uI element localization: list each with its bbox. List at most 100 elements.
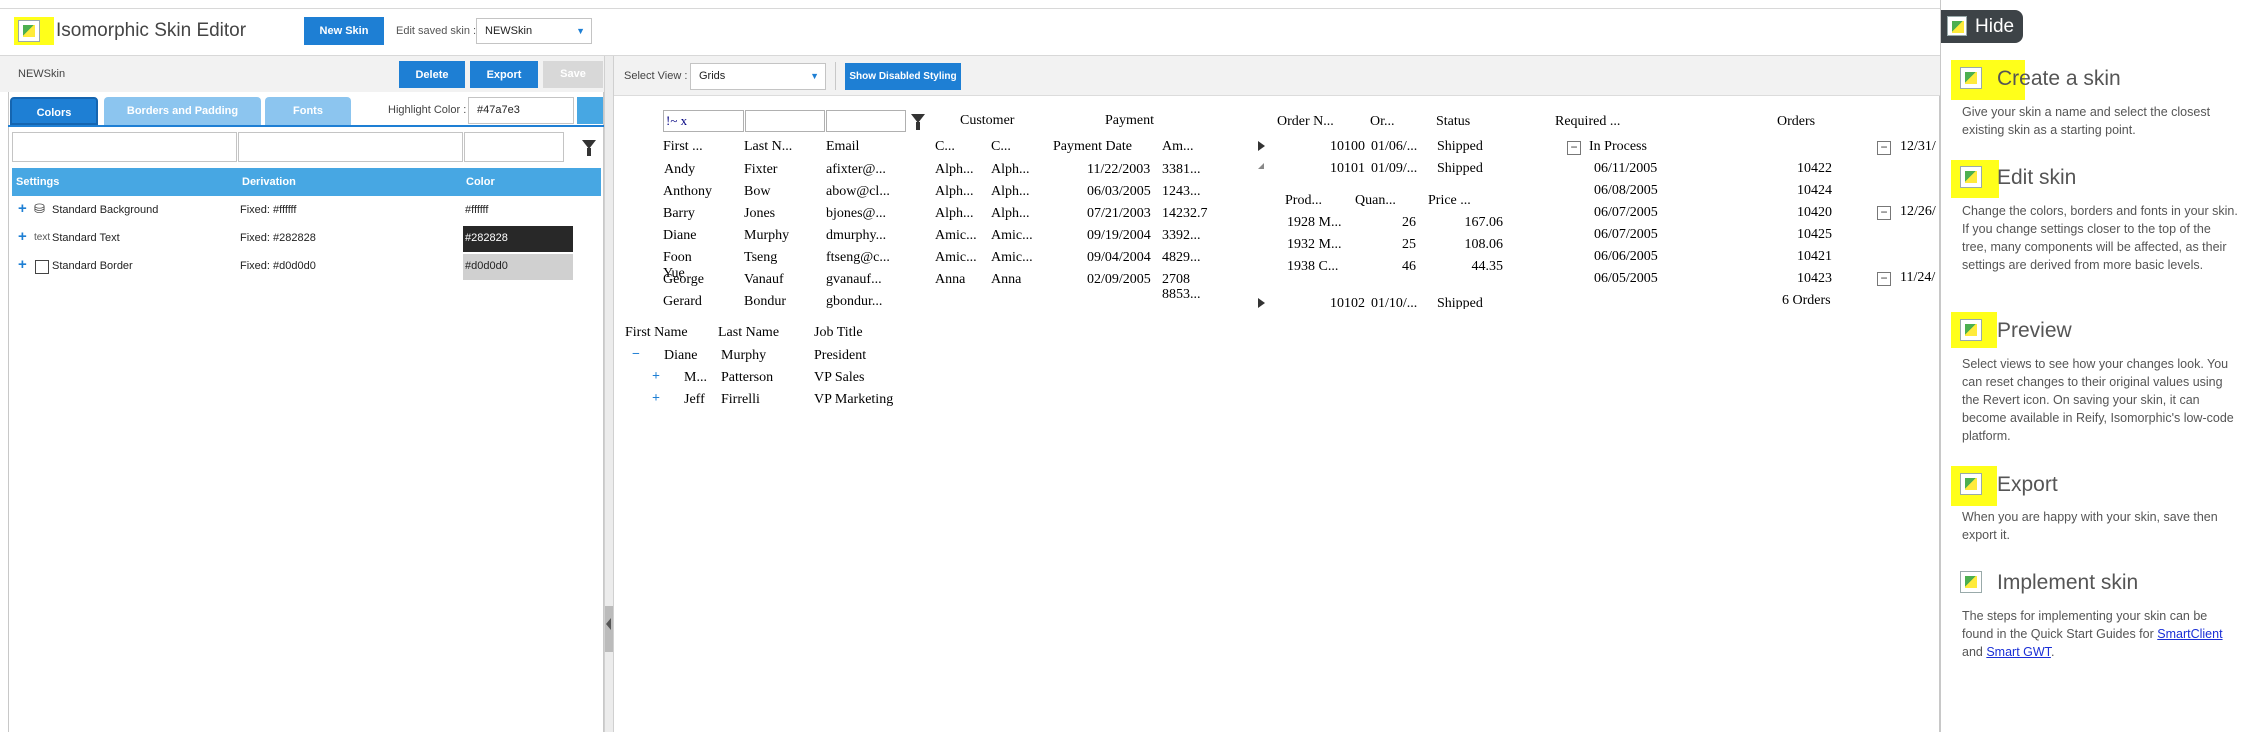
grid1-header-last[interactable]: Last N... bbox=[744, 139, 792, 155]
column-header-color[interactable]: Color bbox=[466, 176, 495, 188]
grid2-header-order-date[interactable]: Or... bbox=[1370, 114, 1395, 130]
chevron-down-icon: ▼ bbox=[810, 71, 819, 81]
saved-skin-value: NEWSkin bbox=[485, 25, 533, 37]
grid1-header-first[interactable]: First ... bbox=[663, 139, 703, 155]
grid3-header-required[interactable]: Required ... bbox=[1555, 114, 1620, 130]
grid1-filter-input-3[interactable] bbox=[826, 110, 906, 132]
amount-cell: 3392... bbox=[1162, 228, 1201, 243]
tree-header-last[interactable]: Last Name bbox=[718, 325, 779, 341]
tree-first: Jeff bbox=[684, 392, 705, 407]
expand-icon[interactable]: + bbox=[652, 391, 660, 407]
smart-gwt-link[interactable]: Smart GWT bbox=[1986, 645, 2051, 659]
select-view-dropdown[interactable]: Grids ▼ bbox=[690, 63, 826, 90]
payment-date-cell: 02/09/2005 bbox=[1087, 272, 1151, 287]
saved-skin-select[interactable]: NEWSkin ▼ bbox=[476, 18, 592, 44]
contact-cell: Amic... bbox=[991, 228, 1033, 243]
color-value: #d0d0d0 bbox=[465, 260, 508, 272]
grid1-header-payment-date[interactable]: Payment Date bbox=[1053, 139, 1132, 155]
contact-cell: Anna bbox=[991, 272, 1022, 287]
expand-icon[interactable]: + bbox=[18, 200, 27, 217]
expand-icon[interactable]: + bbox=[18, 256, 27, 273]
grid1-filter-input-1[interactable]: !~ x bbox=[663, 110, 744, 132]
customer-cell: Anna bbox=[935, 272, 966, 287]
preview-image-icon bbox=[1960, 319, 1982, 341]
highlight-color-swatch[interactable] bbox=[577, 97, 603, 124]
collapse-group-icon[interactable]: − bbox=[1567, 141, 1581, 155]
first-name-cell: George bbox=[663, 272, 704, 287]
grid1-header-amount[interactable]: Am... bbox=[1162, 139, 1194, 155]
expand-arrow-icon[interactable] bbox=[1258, 141, 1265, 151]
subgrid-header-price[interactable]: Price ... bbox=[1428, 193, 1471, 209]
section-text-implement-skin: The steps for implementing your skin can… bbox=[1962, 609, 2223, 659]
required-date-cell: 06/11/2005 bbox=[1594, 161, 1658, 176]
show-disabled-styling-button[interactable]: Show Disabled Styling bbox=[845, 63, 961, 90]
grid1-header-c1[interactable]: C... bbox=[935, 139, 955, 155]
tab-colors[interactable]: Colors bbox=[10, 97, 98, 125]
hide-button[interactable]: Hide bbox=[1941, 10, 2023, 43]
quantity-cell: 26 bbox=[1402, 215, 1416, 230]
column-header-derivation[interactable]: Derivation bbox=[242, 176, 296, 188]
highlight-color-input[interactable]: #47a7e3 bbox=[468, 97, 574, 124]
tree-header-title[interactable]: Job Title bbox=[814, 325, 863, 341]
tab-fonts[interactable]: Fonts bbox=[265, 97, 351, 125]
grid1-header-c2[interactable]: C... bbox=[991, 139, 1011, 155]
column-header-settings[interactable]: Settings bbox=[16, 176, 59, 188]
expand-icon[interactable]: + bbox=[18, 228, 27, 245]
filter-settings-input[interactable] bbox=[12, 132, 237, 162]
required-date-cell: 06/07/2005 bbox=[1594, 227, 1658, 242]
table-row[interactable]: + Standard Border Fixed: #d0d0d0 #d0d0d0 bbox=[12, 254, 601, 280]
filter-color-input[interactable] bbox=[464, 132, 564, 162]
table-row[interactable]: + text Standard Text Fixed: #282828 #282… bbox=[12, 226, 601, 252]
email-cell: dmurphy... bbox=[826, 228, 887, 243]
required-date-cell: 06/05/2005 bbox=[1594, 271, 1658, 286]
grid3-header-orders[interactable]: Orders bbox=[1777, 114, 1815, 130]
expand-arrow-icon[interactable] bbox=[1258, 298, 1265, 308]
grid1-header-email[interactable]: Email bbox=[826, 139, 859, 155]
grid2-header-order-num[interactable]: Order N... bbox=[1277, 114, 1334, 130]
order-number: 10102 bbox=[1330, 296, 1365, 309]
delete-button[interactable]: Delete bbox=[399, 61, 465, 88]
new-skin-button[interactable]: New Skin bbox=[304, 17, 384, 45]
subgrid-header-quantity[interactable]: Quan... bbox=[1355, 193, 1396, 209]
collapse-left-icon[interactable] bbox=[606, 618, 611, 630]
order-row-clip: 10102 01/10/... Shipped bbox=[1320, 293, 1500, 309]
email-cell: bjones@... bbox=[826, 206, 886, 221]
collapse-group-icon[interactable]: − bbox=[1877, 141, 1891, 155]
section-title-edit-skin: Edit skin bbox=[1997, 166, 2077, 189]
expand-icon[interactable]: + bbox=[652, 369, 660, 385]
amount-cell: 3381... bbox=[1162, 162, 1201, 177]
grid1-total: 8853... bbox=[1162, 287, 1201, 302]
section-text-edit-skin: Change the colors, borders and fonts in … bbox=[1962, 204, 2238, 272]
tab-borders-and-padding[interactable]: Borders and Padding bbox=[104, 97, 261, 125]
tree-first: Diane bbox=[664, 348, 698, 363]
tree-last: Firrelli bbox=[721, 392, 760, 407]
order-status: Shipped bbox=[1437, 161, 1483, 176]
save-button[interactable]: Save bbox=[543, 61, 603, 88]
group-label: In Process bbox=[1589, 139, 1647, 154]
export-button[interactable]: Export bbox=[470, 61, 538, 88]
filter-derivation-input[interactable] bbox=[238, 132, 463, 162]
text-prefix: text bbox=[34, 232, 51, 243]
tree-title: President bbox=[814, 348, 867, 363]
collapse-icon[interactable]: − bbox=[632, 347, 640, 363]
chevron-down-icon: ▼ bbox=[576, 26, 585, 36]
price-cell: 44.35 bbox=[1471, 259, 1504, 274]
order-number-cell: 10422 bbox=[1797, 161, 1832, 176]
order-date: 01/10/... bbox=[1371, 296, 1418, 309]
grid1-filter-input-2[interactable] bbox=[745, 110, 825, 132]
tree-title: VP Sales bbox=[814, 370, 865, 385]
export-image-icon bbox=[1960, 473, 1982, 495]
tree-header-first[interactable]: First Name bbox=[625, 325, 688, 341]
skin-name-label: NEWSkin bbox=[18, 68, 66, 80]
color-value[interactable]: #ffffff bbox=[465, 204, 488, 216]
smartclient-link[interactable]: SmartClient bbox=[2157, 627, 2222, 641]
collapse-group-icon[interactable]: − bbox=[1877, 272, 1891, 286]
collapse-arrow-icon[interactable] bbox=[1258, 163, 1264, 169]
subgrid-header-product[interactable]: Prod... bbox=[1285, 193, 1322, 209]
order-number-cell: 10425 bbox=[1797, 227, 1832, 242]
create-skin-image-icon bbox=[1960, 67, 1982, 89]
section-title-preview: Preview bbox=[1997, 319, 2072, 342]
grid2-header-status[interactable]: Status bbox=[1436, 114, 1470, 130]
table-row[interactable]: + ⛁ Standard Background Fixed: #ffffff #… bbox=[12, 198, 601, 224]
collapse-group-icon[interactable]: − bbox=[1877, 206, 1891, 220]
